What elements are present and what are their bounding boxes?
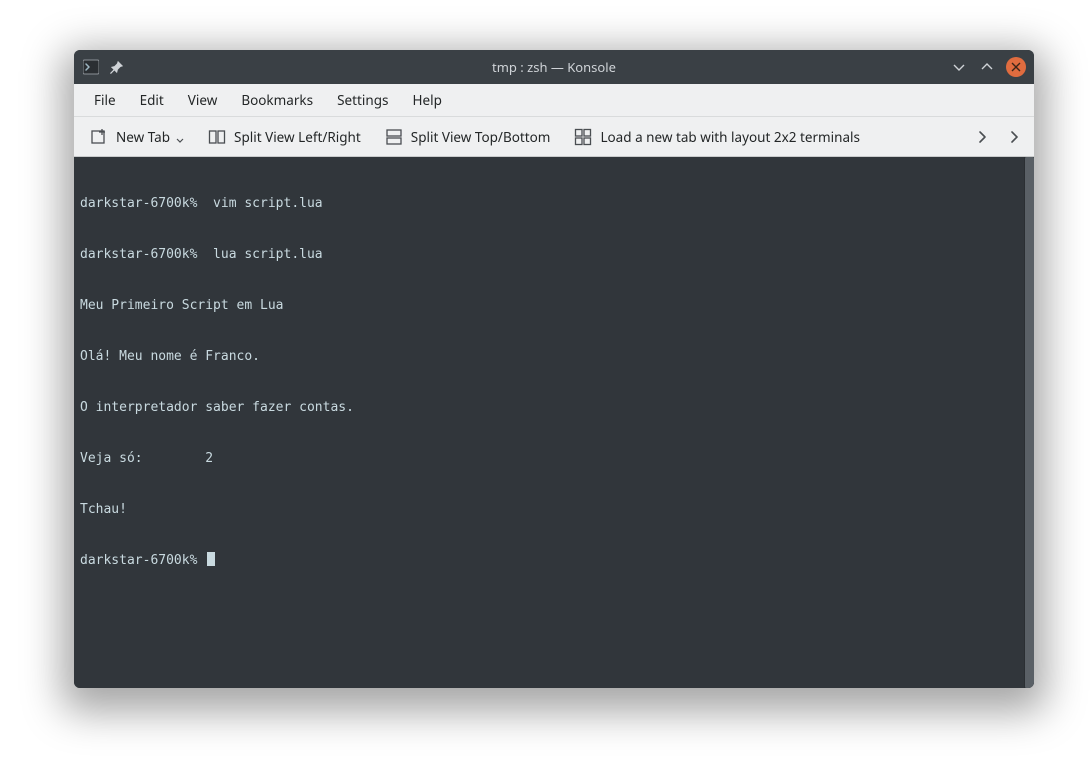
split-tb-icon [385,128,403,146]
scrollbar-thumb[interactable] [1025,157,1034,688]
toolbar: New Tab Split View Left/Right Split View… [74,117,1034,157]
terminal-line: Tchau! [80,501,1018,518]
pin-icon[interactable] [108,58,126,76]
menubar: File Edit View Bookmarks Settings Help [74,84,1034,117]
titlebar-left [74,58,126,76]
new-tab-label: New Tab [116,128,170,146]
terminal-scrollbar[interactable] [1024,157,1034,688]
terminal-line: Veja só: 2 [80,450,1018,467]
load-layout-label: Load a new tab with layout 2x2 terminals [600,128,860,146]
new-tab-button[interactable]: New Tab [80,122,194,152]
split-top-bottom-button[interactable]: Split View Top/Bottom [375,122,561,152]
toolbar-chevron-right-1[interactable] [968,123,996,151]
chevron-down-icon [176,136,184,146]
minimize-button[interactable] [950,58,968,76]
terminal[interactable]: darkstar-6700k% vim script.lua darkstar-… [74,157,1024,688]
titlebar-controls [950,57,1034,77]
window-title: tmp : zsh — Konsole [74,58,1034,76]
menu-help[interactable]: Help [400,85,453,115]
new-tab-icon [90,128,108,146]
konsole-window: tmp : zsh — Konsole File Edit View Bookm… [74,50,1034,688]
terminal-line: darkstar-6700k% lua script.lua [80,246,1018,263]
terminal-line: Olá! Meu nome é Franco. [80,348,1018,365]
toolbar-chevron-right-2[interactable] [1000,123,1028,151]
split-lr-label: Split View Left/Right [234,128,361,146]
titlebar[interactable]: tmp : zsh — Konsole [74,50,1034,84]
menu-file[interactable]: File [82,85,128,115]
split-tb-label: Split View Top/Bottom [411,128,551,146]
menu-view[interactable]: View [176,85,230,115]
split-lr-icon [208,128,226,146]
terminal-prompt-line: darkstar-6700k% [80,552,1018,569]
split-left-right-button[interactable]: Split View Left/Right [198,122,371,152]
load-layout-button[interactable]: Load a new tab with layout 2x2 terminals [564,122,870,152]
terminal-cursor [207,552,215,566]
maximize-button[interactable] [978,58,996,76]
terminal-prompt-text: darkstar-6700k% [80,553,205,568]
terminal-app-icon [82,58,100,76]
terminal-area: darkstar-6700k% vim script.lua darkstar-… [74,157,1034,688]
grid-2x2-icon [574,128,592,146]
menu-edit[interactable]: Edit [128,85,176,115]
close-button[interactable] [1006,57,1026,77]
menu-bookmarks[interactable]: Bookmarks [229,85,325,115]
terminal-line: darkstar-6700k% vim script.lua [80,195,1018,212]
terminal-line: O interpretador saber fazer contas. [80,399,1018,416]
menu-settings[interactable]: Settings [325,85,400,115]
terminal-line: Meu Primeiro Script em Lua [80,297,1018,314]
